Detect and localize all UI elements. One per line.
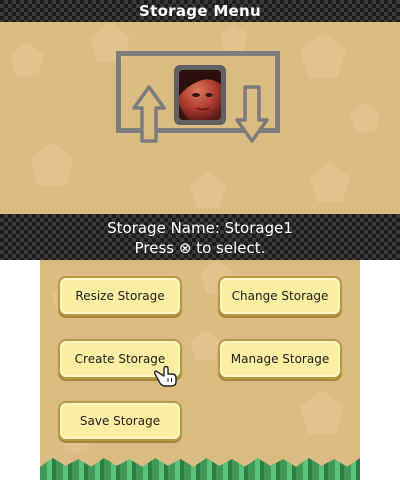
grass-border: [40, 458, 360, 480]
face-drawing: [179, 70, 221, 120]
hand-cursor-icon: [154, 365, 177, 387]
background-pentagon: [10, 42, 44, 76]
background-pentagon: [30, 142, 74, 186]
save-storage-button[interactable]: Save Storage: [58, 401, 182, 441]
resize-storage-button[interactable]: Resize Storage: [58, 276, 182, 316]
bottom-screen: Resize Storage Change Storage Create Sto…: [40, 260, 360, 480]
background-pentagon: [190, 330, 220, 360]
storage-name-text: Storage Name: Storage1: [107, 219, 293, 237]
change-storage-button[interactable]: Change Storage: [218, 276, 342, 316]
screen-title: Storage Menu: [139, 2, 261, 20]
background-pentagon: [300, 32, 346, 78]
instruction-text: Press ⊗ to select.: [134, 239, 266, 257]
character-portrait: [174, 65, 226, 125]
portrait-image: [179, 70, 221, 120]
down-arrow-icon[interactable]: [234, 84, 270, 144]
manage-storage-button[interactable]: Manage Storage: [218, 339, 342, 379]
background-pentagon: [220, 24, 248, 52]
background-pentagon: [310, 162, 350, 202]
up-arrow-icon[interactable]: [131, 84, 167, 144]
background-pentagon: [190, 172, 226, 208]
background-pentagon: [300, 390, 344, 434]
background-pentagon: [350, 102, 380, 132]
